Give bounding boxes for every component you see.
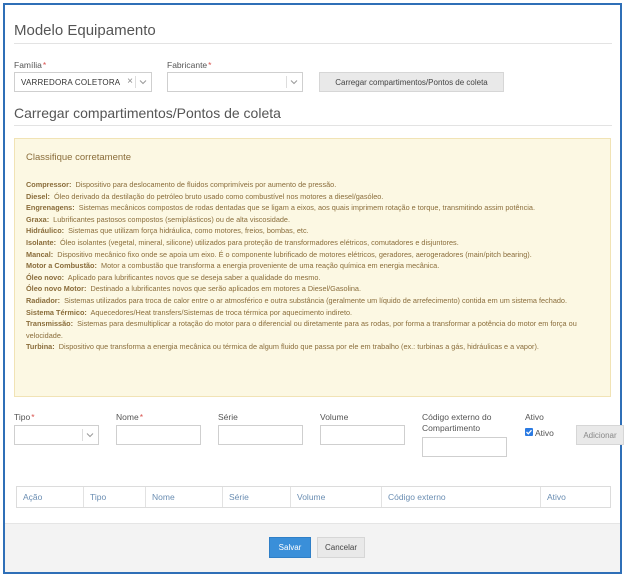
check-icon (526, 429, 532, 435)
column-header: Código externo (381, 487, 540, 507)
clear-icon[interactable]: × (127, 76, 133, 87)
classification-list: Compressor: Dispositivo para deslocament… (26, 179, 604, 353)
column-header: Ação (23, 492, 43, 502)
column-header: Ativo (540, 487, 610, 507)
list-item: Isolante: Óleo isolantes (vegetal, miner… (26, 237, 459, 247)
ativo-checkbox-label: Ativo (535, 428, 554, 438)
modal-frame: Modelo Equipamento Família* VARREDORA CO… (3, 3, 624, 574)
ativo-checkbox[interactable] (525, 428, 533, 436)
column-header: Tipo (83, 487, 145, 507)
section-title: Carregar compartimentos/Pontos de coleta (14, 105, 281, 121)
list-item: Sistema Térmico: Aquecedores/Heat transf… (26, 307, 353, 317)
classification-title: Classifique corretamente (26, 152, 132, 163)
title-divider (14, 43, 612, 44)
familia-select[interactable]: VARREDORA COLETORA × (14, 72, 152, 92)
select-separator (286, 76, 287, 88)
list-item: Óleo novo: Aplicado para lubrificantes n… (26, 272, 321, 282)
tipo-label: Tipo* (14, 412, 35, 422)
nome-input[interactable] (116, 425, 201, 445)
ativo-label: Ativo (525, 412, 544, 422)
chevron-down-icon[interactable] (139, 78, 147, 86)
list-item: Hidráulico: Sistemas que utilizam força … (26, 226, 309, 236)
codigo-externo-input[interactable] (422, 437, 507, 457)
add-button[interactable]: Adicionar (576, 425, 624, 445)
fabricante-label: Fabricante* (167, 60, 212, 70)
column-header: Volume (290, 487, 381, 507)
cancel-button[interactable]: Cancelar (317, 537, 365, 558)
list-item: Graxa: Lubrificantes pastosos compostos … (26, 214, 291, 224)
list-item: Diesel: Óleo derivado da destilação do p… (26, 191, 384, 201)
serie-input[interactable] (218, 425, 303, 445)
select-separator (135, 76, 136, 88)
list-item: Compressor: Dispositivo para deslocament… (26, 180, 337, 189)
page-title: Modelo Equipamento (14, 22, 156, 39)
list-item: Engrenagens: Sistemas mecânicos composto… (26, 203, 535, 213)
column-header: Nome (145, 487, 222, 507)
volume-input[interactable] (320, 425, 405, 445)
list-item: Transmissão: Sistemas para desmultiplica… (26, 319, 577, 340)
serie-label: Série (218, 412, 238, 422)
select-separator (82, 429, 83, 441)
compartments-table-header: Ação Tipo Nome Série Volume Código exter… (16, 486, 611, 508)
tipo-select[interactable] (14, 425, 99, 445)
familia-value: VARREDORA COLETORA (21, 78, 121, 87)
nome-label: Nome* (116, 412, 143, 422)
section-divider (14, 125, 612, 126)
list-item: Radiador: Sistemas utilizados para troca… (26, 295, 568, 305)
column-header: Série (222, 487, 290, 507)
fabricante-select[interactable] (167, 72, 303, 92)
list-item: Turbina: Dispositivo que transforma a en… (26, 342, 539, 352)
chevron-down-icon[interactable] (86, 431, 94, 439)
save-button[interactable]: Salvar (269, 537, 311, 558)
modal-footer: Salvar Cancelar (5, 523, 620, 572)
classification-panel: Classifique corretamente Compressor: Dis… (14, 138, 611, 397)
load-compartments-button[interactable]: Carregar compartimentos/Pontos de coleta (319, 72, 504, 92)
list-item: Mancal: Dispositivo mecânico fixo onde s… (26, 249, 532, 259)
volume-label: Volume (320, 412, 349, 422)
list-item: Óleo novo Motor: Destinado a lubrificant… (26, 284, 361, 294)
familia-label: Família* (14, 60, 47, 70)
chevron-down-icon[interactable] (290, 78, 298, 86)
list-item: Motor a Combustão: Motor a combustão que… (26, 261, 440, 271)
codigo-externo-label: Código externo do Compartimento (422, 412, 492, 433)
